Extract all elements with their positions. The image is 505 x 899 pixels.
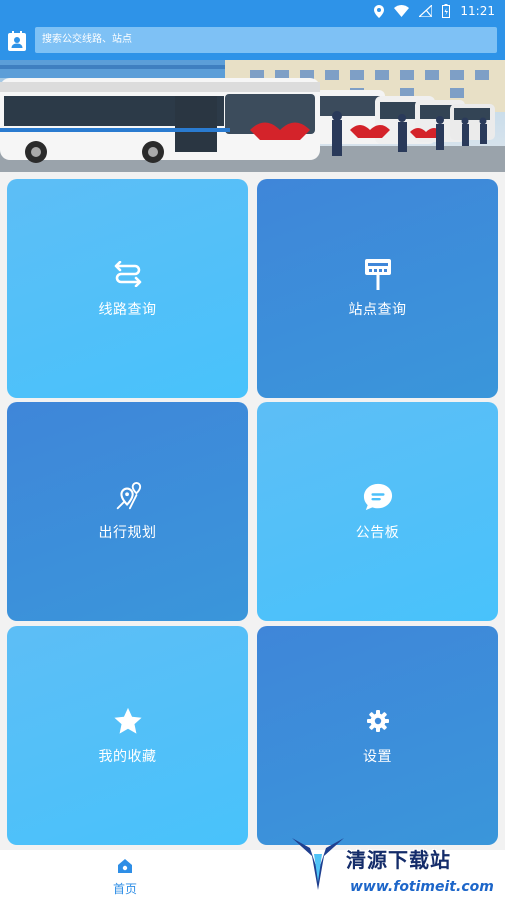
bus-stop-sign-icon xyxy=(363,258,393,290)
gear-icon xyxy=(363,706,393,736)
watermark-url: www.fotimeit.com xyxy=(350,879,494,895)
watermark-logo: 清源下载站 www.fotimeit.com xyxy=(288,832,500,899)
tile-label: 线路查询 xyxy=(98,301,157,318)
tile-stop-query[interactable]: 站点查询 xyxy=(257,179,498,398)
wifi-icon xyxy=(394,5,410,17)
tile-notice-board[interactable]: 公告板 xyxy=(257,402,498,621)
tile-label: 公告板 xyxy=(355,524,400,541)
tile-label: 站点查询 xyxy=(348,301,407,318)
search-input[interactable]: 搜索公交线路、站点 xyxy=(35,27,497,53)
no-signal-icon xyxy=(419,5,433,17)
nav-home-label: 首页 xyxy=(112,882,137,896)
tile-my-favorites[interactable]: 我的收藏 xyxy=(7,626,248,845)
map-pin-route-icon xyxy=(113,481,143,512)
location-icon xyxy=(374,4,385,18)
nav-home[interactable]: 首页 xyxy=(95,858,155,897)
contacts-icon[interactable] xyxy=(8,31,26,51)
star-icon xyxy=(113,706,143,736)
banner-image xyxy=(0,60,505,172)
tile-route-query[interactable]: 线路查询 xyxy=(7,179,248,398)
top-bar: 搜索公交线路、站点 xyxy=(0,22,505,60)
tile-trip-planning[interactable]: 出行规划 xyxy=(7,402,248,621)
tile-label: 设置 xyxy=(363,748,392,765)
tile-settings[interactable]: 设置 xyxy=(257,626,498,845)
tile-label: 出行规划 xyxy=(98,524,157,541)
home-icon xyxy=(118,859,132,873)
watermark-title: 清源下载站 xyxy=(346,848,451,872)
bus-photo xyxy=(0,60,505,172)
route-swap-icon xyxy=(113,259,143,289)
status-bar: 11:21 xyxy=(0,0,505,22)
watermark-emblem-icon xyxy=(292,838,344,890)
search-placeholder: 搜索公交线路、站点 xyxy=(42,34,132,45)
message-bubble-icon xyxy=(363,482,393,512)
battery-icon xyxy=(442,4,451,18)
status-time: 11:21 xyxy=(460,4,495,18)
tile-label: 我的收藏 xyxy=(98,748,157,765)
